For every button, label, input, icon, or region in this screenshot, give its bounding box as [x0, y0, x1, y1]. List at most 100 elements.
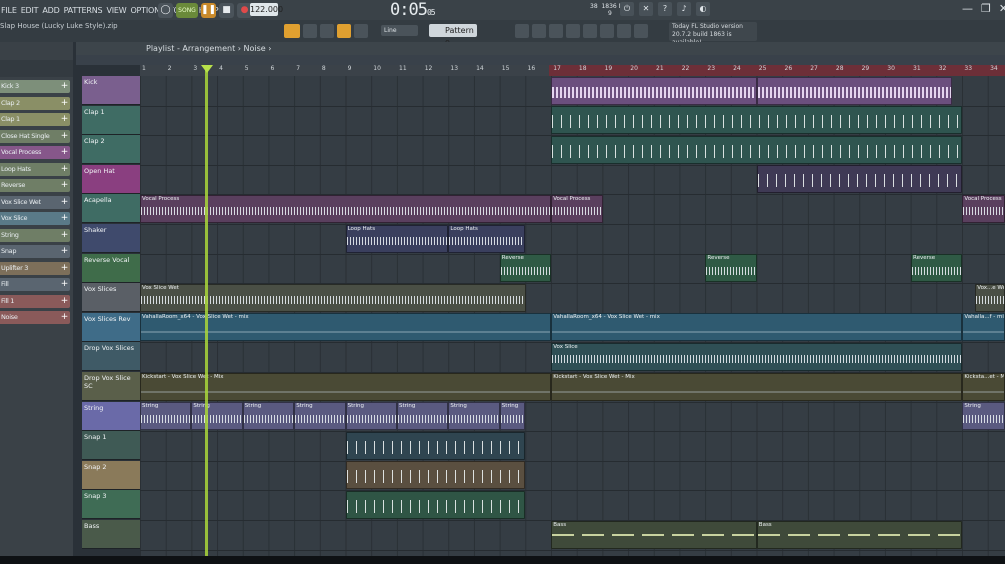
track-header[interactable]: Kick — [82, 76, 140, 105]
channel-rack-icon[interactable] — [549, 24, 563, 38]
track-header[interactable]: Drop Vox Slice SC — [82, 372, 140, 401]
plus-icon[interactable]: + — [61, 295, 69, 308]
stop-button[interactable]: ■ — [219, 2, 234, 18]
plus-icon[interactable]: + — [61, 163, 69, 176]
browser-item[interactable]: Close Hat Single + — [0, 129, 70, 143]
browser-item[interactable]: Clap 2 + — [0, 96, 70, 110]
playlist-clip[interactable] — [551, 76, 757, 105]
track-lane[interactable] — [140, 461, 1005, 492]
playlist-clip[interactable] — [756, 165, 963, 194]
browser-item[interactable]: Snap + — [0, 245, 70, 258]
playlist-clip[interactable] — [551, 135, 963, 164]
plus-icon[interactable]: + — [61, 179, 69, 192]
playlist-clip[interactable]: String — [191, 402, 243, 431]
track-lane[interactable] — [140, 224, 1005, 255]
track-header[interactable]: Shaker — [82, 224, 140, 253]
news-panel[interactable]: Today FL Studio version 20.7.2 build 186… — [669, 22, 757, 46]
pattern-select[interactable]: Pattern 9 — [429, 24, 477, 48]
plus-icon[interactable]: + — [61, 113, 69, 126]
browser-item[interactable]: Noise + — [0, 311, 70, 324]
playlist-clip[interactable]: String — [345, 402, 397, 431]
plus-icon[interactable]: + — [61, 212, 69, 225]
plugin-icon[interactable] — [600, 24, 614, 38]
menu-patterns[interactable]: PATTERNS — [63, 6, 104, 15]
track-lane[interactable] — [140, 431, 1005, 462]
playlist-clip[interactable] — [756, 76, 953, 105]
playlist-clip[interactable]: String — [242, 402, 295, 431]
save-icon[interactable] — [634, 24, 648, 38]
playlist-clip[interactable]: Vocal Process — [962, 194, 1005, 223]
playlist-clip[interactable]: Reverse — [911, 254, 963, 283]
playlist-clip[interactable] — [345, 490, 526, 519]
track-header[interactable]: Open Hat — [82, 164, 140, 194]
playlist-grid[interactable]: Vocal Process Vocal Process Vocal Process L… — [140, 76, 1005, 556]
playlist-clip[interactable]: Vahalla...f - mix — [962, 313, 1005, 342]
playhead[interactable] — [205, 65, 208, 556]
track-header[interactable]: Reverse Vocal — [82, 253, 140, 283]
maximize-icon[interactable]: ❐ — [981, 2, 991, 15]
browser-item[interactable]: Loop Hats + — [0, 162, 70, 176]
help-icon[interactable]: ? — [658, 2, 672, 16]
touch-icon[interactable] — [617, 24, 631, 38]
browser-item[interactable]: String + — [0, 228, 70, 242]
playhead-marker[interactable] — [201, 65, 213, 73]
track-header[interactable]: Clap 1 — [82, 105, 140, 135]
playlist-clip[interactable]: String — [448, 402, 500, 431]
menu-view[interactable]: VIEW — [105, 6, 127, 15]
browser-item[interactable]: Fill 1 + — [0, 294, 70, 308]
cpu-icon[interactable]: ⏻ — [620, 2, 634, 16]
browser-item[interactable]: Uplifter 3 + — [0, 261, 70, 275]
playlist-clip[interactable]: Reverse — [705, 254, 757, 283]
menu-file[interactable]: FILE — [0, 6, 18, 15]
tempo-display[interactable]: 122.000 — [250, 3, 283, 16]
track-header[interactable]: Drop Vox Slices — [82, 342, 140, 372]
track-header[interactable]: Snap 1 — [82, 431, 140, 461]
browser-item[interactable]: Vox Slice + — [0, 212, 70, 225]
plus-icon[interactable]: + — [61, 278, 69, 291]
track-header[interactable]: Bass — [82, 520, 140, 549]
playlist-clip[interactable]: String — [397, 402, 449, 431]
playlist-icon[interactable] — [515, 24, 529, 38]
track-header[interactable]: Vox Slices — [82, 283, 140, 313]
link-icon[interactable]: ✕ — [639, 2, 653, 16]
playlist-clip[interactable] — [345, 461, 526, 490]
track-header[interactable]: String — [82, 401, 140, 431]
browser-item[interactable]: Vocal Process + — [0, 146, 70, 159]
playlist-clip[interactable]: Kickstart - Vox Slice Wet - Mix — [140, 372, 552, 401]
track-header[interactable]: Snap 2 — [82, 460, 140, 490]
browser-item[interactable]: Vox Slice Wet + — [0, 195, 70, 209]
play-button[interactable]: ❚❚ — [201, 2, 216, 18]
playlist-clip[interactable]: Loop Hats — [345, 224, 449, 253]
speaker-icon[interactable] — [354, 24, 368, 38]
plus-icon[interactable]: + — [61, 130, 69, 143]
playlist-clip[interactable] — [345, 431, 526, 460]
plus-icon[interactable]: + — [61, 262, 69, 275]
snap-select[interactable]: Line — [381, 25, 418, 36]
playlist-clip[interactable]: Vox Slice Wet — [140, 283, 526, 312]
piano-roll-icon[interactable] — [532, 24, 546, 38]
browser-item[interactable]: Clap 1 + — [0, 113, 70, 126]
plus-icon[interactable]: + — [61, 97, 69, 110]
pencil-icon[interactable] — [320, 24, 334, 38]
playlist-clip[interactable]: Vox Slice — [551, 342, 963, 371]
playlist-clip[interactable]: Vocal Process — [551, 194, 603, 223]
track-header[interactable]: Acapella — [82, 194, 140, 224]
playlist-clip[interactable]: String — [140, 402, 192, 431]
track-header[interactable]: Vox Slices Rev — [82, 312, 140, 342]
track-lane[interactable] — [140, 490, 1005, 521]
playlist-clip[interactable]: Kickstart - Vox Slice Wet - Mix — [551, 372, 963, 401]
browser-item[interactable]: Kick 3 + — [0, 80, 70, 93]
browser-item[interactable]: Reverse + — [0, 179, 70, 192]
chat-icon[interactable]: ◐ — [696, 2, 710, 16]
menu-add[interactable]: ADD — [41, 6, 60, 15]
mixer-icon[interactable] — [566, 24, 580, 38]
arrow-icon[interactable] — [303, 24, 317, 38]
track-lane[interactable] — [140, 254, 1005, 285]
track-header[interactable]: Clap 2 — [82, 135, 140, 165]
plus-icon[interactable]: + — [61, 80, 69, 93]
playlist-clip[interactable]: VahallaRoom_x64 - Vox Slice Wet - mix — [140, 313, 552, 342]
plus-icon[interactable]: + — [61, 245, 69, 258]
playlist-clip[interactable]: Loop Hats — [448, 224, 526, 253]
browser-icon[interactable] — [583, 24, 597, 38]
playlist-clip[interactable]: Kicksta...et - Mix — [962, 372, 1005, 401]
